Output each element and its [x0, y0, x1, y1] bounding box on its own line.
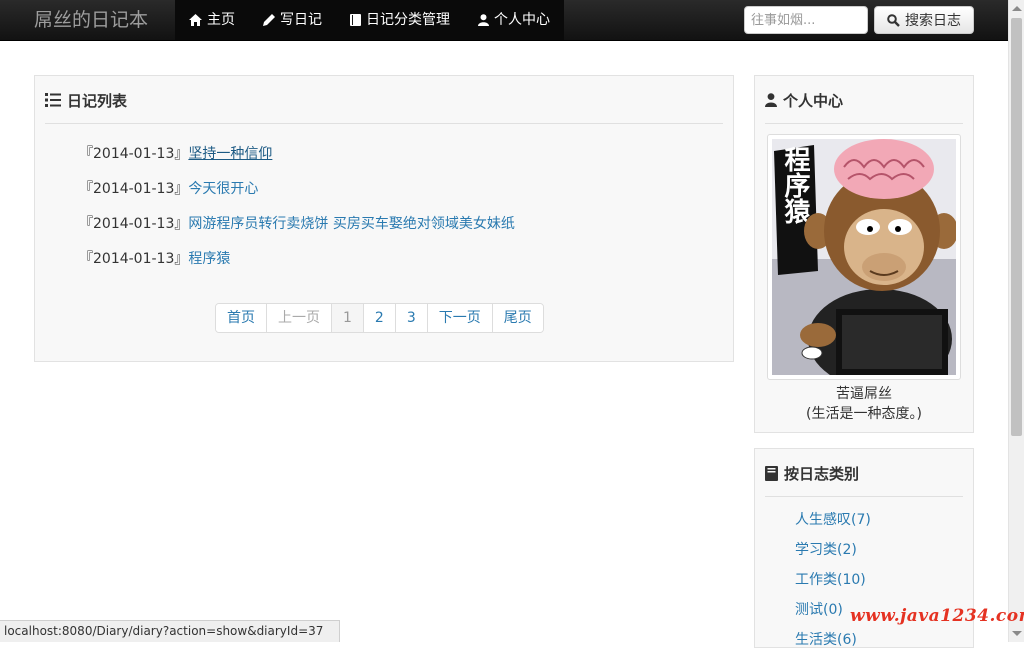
- watermark: www.java1234.com: [850, 606, 1024, 626]
- nav-home-label: 主页: [207, 12, 235, 28]
- category-title: 按日志类别: [784, 464, 860, 483]
- pagination: 首页 上一页 1 2 3 下一页 尾页: [215, 303, 544, 333]
- diary-title-link[interactable]: 网游程序员转行卖烧饼 买房买车娶绝对领域美女妹纸: [188, 213, 514, 233]
- home-icon: [189, 14, 202, 26]
- page-number-1[interactable]: 1: [331, 304, 363, 332]
- search-input[interactable]: [744, 6, 868, 34]
- page-next[interactable]: 下一页: [426, 304, 492, 332]
- list-item: 『2014-01-13』 程序猿: [79, 248, 515, 283]
- diary-date: 『2014-01-13』: [79, 216, 189, 232]
- nav-personal-center[interactable]: 个人中心: [464, 0, 564, 40]
- list-item: 『2014-01-13』 坚持一种信仰: [79, 143, 515, 178]
- page-scrollbar[interactable]: [1008, 0, 1024, 642]
- category-item[interactable]: 工作类(10): [795, 569, 871, 599]
- diary-list: 『2014-01-13』 坚持一种信仰 『2014-01-13』 今天很开心 『…: [79, 143, 515, 283]
- page-prev[interactable]: 上一页: [266, 304, 331, 332]
- scroll-thumb[interactable]: [1011, 18, 1022, 436]
- user-icon: [765, 93, 777, 107]
- category-item[interactable]: 人生感叹(7): [795, 509, 871, 539]
- nav-write-diary[interactable]: 写日记: [249, 0, 336, 40]
- category-item[interactable]: 生活类(6): [795, 629, 871, 659]
- profile-name: 苦逼屌丝: [836, 386, 892, 402]
- diary-title-link[interactable]: 坚持一种信仰: [188, 143, 272, 163]
- list-item: 『2014-01-13』 今天很开心: [79, 178, 515, 213]
- search-button-label: 搜索日志: [905, 13, 961, 29]
- pencil-icon: [263, 14, 275, 26]
- nav-write-label: 写日记: [280, 12, 322, 28]
- profile-motto: (生活是一种态度。): [806, 406, 922, 422]
- nav-category-manage[interactable]: 日记分类管理: [336, 0, 464, 40]
- page-first[interactable]: 首页: [216, 304, 266, 332]
- scroll-up-icon[interactable]: [1012, 6, 1022, 11]
- search-button[interactable]: 搜索日志: [874, 6, 974, 34]
- profile-panel: 个人中心 程序猿 苦逼屌丝 (生活是一种态度。): [754, 75, 974, 433]
- top-navbar: 屌丝的日记本 主页 写日记 日记分类管理 个人中心 搜索日志: [0, 0, 1008, 41]
- profile-header: 个人中心: [765, 77, 963, 124]
- brand-title[interactable]: 屌丝的日记本: [34, 0, 148, 40]
- page-number-3[interactable]: 3: [394, 304, 427, 332]
- monkey-avatar-image: 程序猿: [772, 139, 958, 389]
- diary-list-title: 日记列表: [67, 91, 128, 110]
- avatar-caption: 程序猿: [780, 146, 811, 225]
- avatar: 程序猿: [767, 134, 961, 389]
- category-item[interactable]: 学习类(2): [795, 539, 871, 569]
- list-icon: [45, 93, 61, 107]
- book-icon: [350, 14, 361, 26]
- book-icon: [765, 465, 778, 481]
- diary-title-link[interactable]: 今天很开心: [188, 178, 258, 198]
- page-last[interactable]: 尾页: [491, 304, 543, 332]
- scroll-down-icon[interactable]: [1012, 631, 1022, 636]
- diary-list-header: 日记列表: [45, 77, 723, 124]
- page-number-2[interactable]: 2: [362, 304, 395, 332]
- main-nav: 主页 写日记 日记分类管理 个人中心: [175, 0, 564, 40]
- category-list: 人生感叹(7) 学习类(2) 工作类(10) 测试(0) 生活类(6): [795, 509, 871, 659]
- category-header: 按日志类别: [765, 450, 963, 497]
- diary-title-link[interactable]: 程序猿: [188, 248, 230, 268]
- diary-list-panel: 日记列表 『2014-01-13』 坚持一种信仰 『2014-01-13』 今天…: [34, 75, 734, 362]
- browser-status-url: localhost:8080/Diary/diary?action=show&d…: [0, 620, 340, 642]
- profile-title: 个人中心: [783, 91, 844, 110]
- diary-date: 『2014-01-13』: [79, 146, 189, 162]
- nav-category-label: 日记分类管理: [366, 12, 450, 28]
- search-icon: [887, 13, 900, 27]
- diary-date: 『2014-01-13』: [79, 251, 189, 267]
- user-icon: [478, 14, 489, 26]
- nav-personal-label: 个人中心: [494, 12, 550, 28]
- list-item: 『2014-01-13』 网游程序员转行卖烧饼 买房买车娶绝对领域美女妹纸: [79, 213, 515, 248]
- diary-date: 『2014-01-13』: [79, 181, 189, 197]
- nav-home[interactable]: 主页: [175, 0, 249, 40]
